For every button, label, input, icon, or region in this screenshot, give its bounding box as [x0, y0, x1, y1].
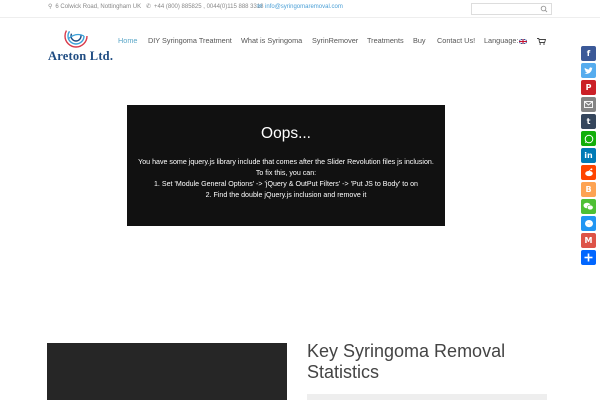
- cart-icon[interactable]: [537, 38, 546, 45]
- facebook-icon: f: [586, 48, 591, 58]
- video-placeholder[interactable]: [47, 343, 287, 400]
- wechat-share-button[interactable]: [581, 199, 596, 214]
- stats-heading: Key Syringoma Removal Statistics: [307, 341, 506, 382]
- gmail-share-button[interactable]: M: [581, 233, 596, 248]
- slider-error-box: Oops... You have some jquery.js library …: [127, 105, 445, 226]
- linkedin-share-button[interactable]: in: [581, 148, 596, 163]
- nav-diy-treatment[interactable]: DIY Syringoma Treatment: [148, 35, 232, 47]
- error-line-4: 2. Find the double jQuery.js inclusion a…: [205, 191, 367, 199]
- twitter-share-button[interactable]: [581, 63, 596, 78]
- stats-panel-top: [307, 394, 547, 400]
- phone-info: ✆ +44 (800) 885825 , 0044(0)115 888 3318: [146, 4, 264, 10]
- phone-icon: ✆: [146, 4, 152, 10]
- error-line-1: You have some jquery.js library include …: [138, 158, 434, 166]
- address-text: 6 Colwick Road, Nottingham UK: [55, 4, 142, 10]
- generic-share-button[interactable]: [581, 250, 596, 265]
- reddit-share-button[interactable]: [581, 165, 596, 180]
- nav-what-is-syringoma[interactable]: What is Syringoma: [241, 35, 302, 47]
- email-info[interactable]: ✉ info@syringomaremoval.com: [257, 4, 343, 10]
- error-line-2: To fix this, you can:: [255, 169, 317, 177]
- messenger-icon: [584, 219, 593, 227]
- search-input[interactable]: [472, 4, 538, 14]
- messenger-share-button[interactable]: [581, 216, 596, 231]
- site-header: Areton Ltd. Home DIY Syringoma Treatment…: [0, 18, 600, 66]
- tumblr-icon: t: [586, 116, 591, 126]
- share-plus-icon: [584, 253, 593, 262]
- facebook-share-button[interactable]: f: [581, 46, 596, 61]
- nav-treatments[interactable]: Treatments: [367, 35, 404, 47]
- logo[interactable]: Areton Ltd.: [48, 24, 114, 64]
- nav-home[interactable]: Home: [118, 35, 137, 47]
- phone-text: +44 (800) 885825 , 0044(0)115 888 3318: [154, 4, 264, 10]
- nav-buy[interactable]: Buy: [413, 35, 426, 47]
- error-line-3: 1. Set 'Module General Options' -> 'jQue…: [153, 180, 419, 188]
- linkedin-icon: in: [584, 150, 593, 160]
- top-info-bar: ⚲ 6 Colwick Road, Nottingham UK ✆ +44 (8…: [0, 0, 600, 18]
- pinterest-icon: P: [585, 82, 592, 92]
- nav-syrinremover[interactable]: SyrinRemover: [312, 35, 358, 47]
- envelope-icon: ✉: [257, 4, 263, 10]
- twitter-icon: [584, 66, 593, 74]
- email-share-button[interactable]: [581, 97, 596, 112]
- address-info: ⚲ 6 Colwick Road, Nottingham UK: [48, 4, 141, 10]
- wechat-icon: [583, 202, 594, 211]
- email-icon: [584, 101, 593, 108]
- nav-language[interactable]: Language:: [484, 35, 519, 47]
- search-box[interactable]: [471, 3, 552, 15]
- search-icon[interactable]: [539, 5, 549, 13]
- pinterest-share-button[interactable]: P: [581, 80, 596, 95]
- logo-swirl-icon: [64, 24, 88, 48]
- nav-contact-us[interactable]: Contact Us!: [437, 35, 475, 47]
- error-title: Oops...: [261, 125, 311, 142]
- blogger-icon: B: [585, 184, 592, 194]
- reddit-icon: [584, 168, 593, 177]
- tumblr-share-button[interactable]: t: [581, 114, 596, 129]
- whatsapp-icon: [584, 134, 593, 143]
- whatsapp-share-button[interactable]: [581, 131, 596, 146]
- map-pin-icon: ⚲: [48, 4, 53, 10]
- email-link[interactable]: info@syringomaremoval.com: [265, 4, 343, 10]
- gmail-icon: M: [584, 235, 593, 245]
- uk-flag-icon[interactable]: [519, 39, 527, 44]
- logo-text: Areton Ltd.: [48, 49, 114, 63]
- blogger-share-button[interactable]: B: [581, 182, 596, 197]
